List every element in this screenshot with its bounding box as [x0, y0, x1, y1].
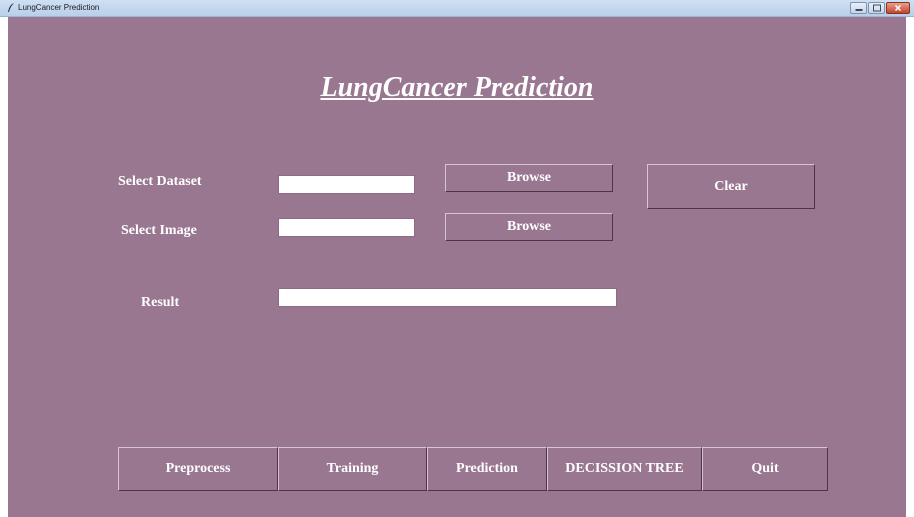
- preprocess-button[interactable]: Preprocess: [118, 447, 278, 491]
- restore-icon: [872, 4, 881, 12]
- dataset-path-input[interactable]: [278, 175, 415, 194]
- training-button[interactable]: Training: [278, 447, 427, 491]
- minimize-button[interactable]: [850, 2, 867, 14]
- close-icon: [894, 4, 902, 12]
- prediction-button[interactable]: Prediction: [427, 447, 547, 491]
- browse-image-button[interactable]: Browse: [445, 213, 613, 241]
- clear-button[interactable]: Clear: [647, 164, 815, 209]
- feather-icon: [8, 3, 14, 12]
- window-titlebar: LungCancer Prediction: [0, 0, 914, 17]
- quit-button[interactable]: Quit: [702, 447, 828, 491]
- image-path-input[interactable]: [278, 218, 415, 237]
- page-title: LungCancer Prediction: [320, 72, 594, 103]
- select-dataset-label: Select Dataset: [118, 174, 202, 189]
- result-label: Result: [141, 295, 180, 310]
- browse-dataset-button[interactable]: Browse: [445, 164, 613, 192]
- window-controls: [850, 2, 910, 15]
- close-button[interactable]: [886, 2, 910, 14]
- select-image-label: Select Image: [121, 223, 197, 238]
- main-window: LungCancer Prediction Select Dataset Bro…: [8, 17, 906, 517]
- action-toolbar: Preprocess Training Prediction DECISSION…: [118, 447, 828, 491]
- maximize-button[interactable]: [868, 2, 885, 14]
- minimize-icon: [855, 9, 862, 11]
- result-output: [278, 288, 617, 307]
- window-title: LungCancer Prediction: [18, 3, 100, 12]
- decision-tree-button[interactable]: DECISSION TREE: [547, 447, 702, 491]
